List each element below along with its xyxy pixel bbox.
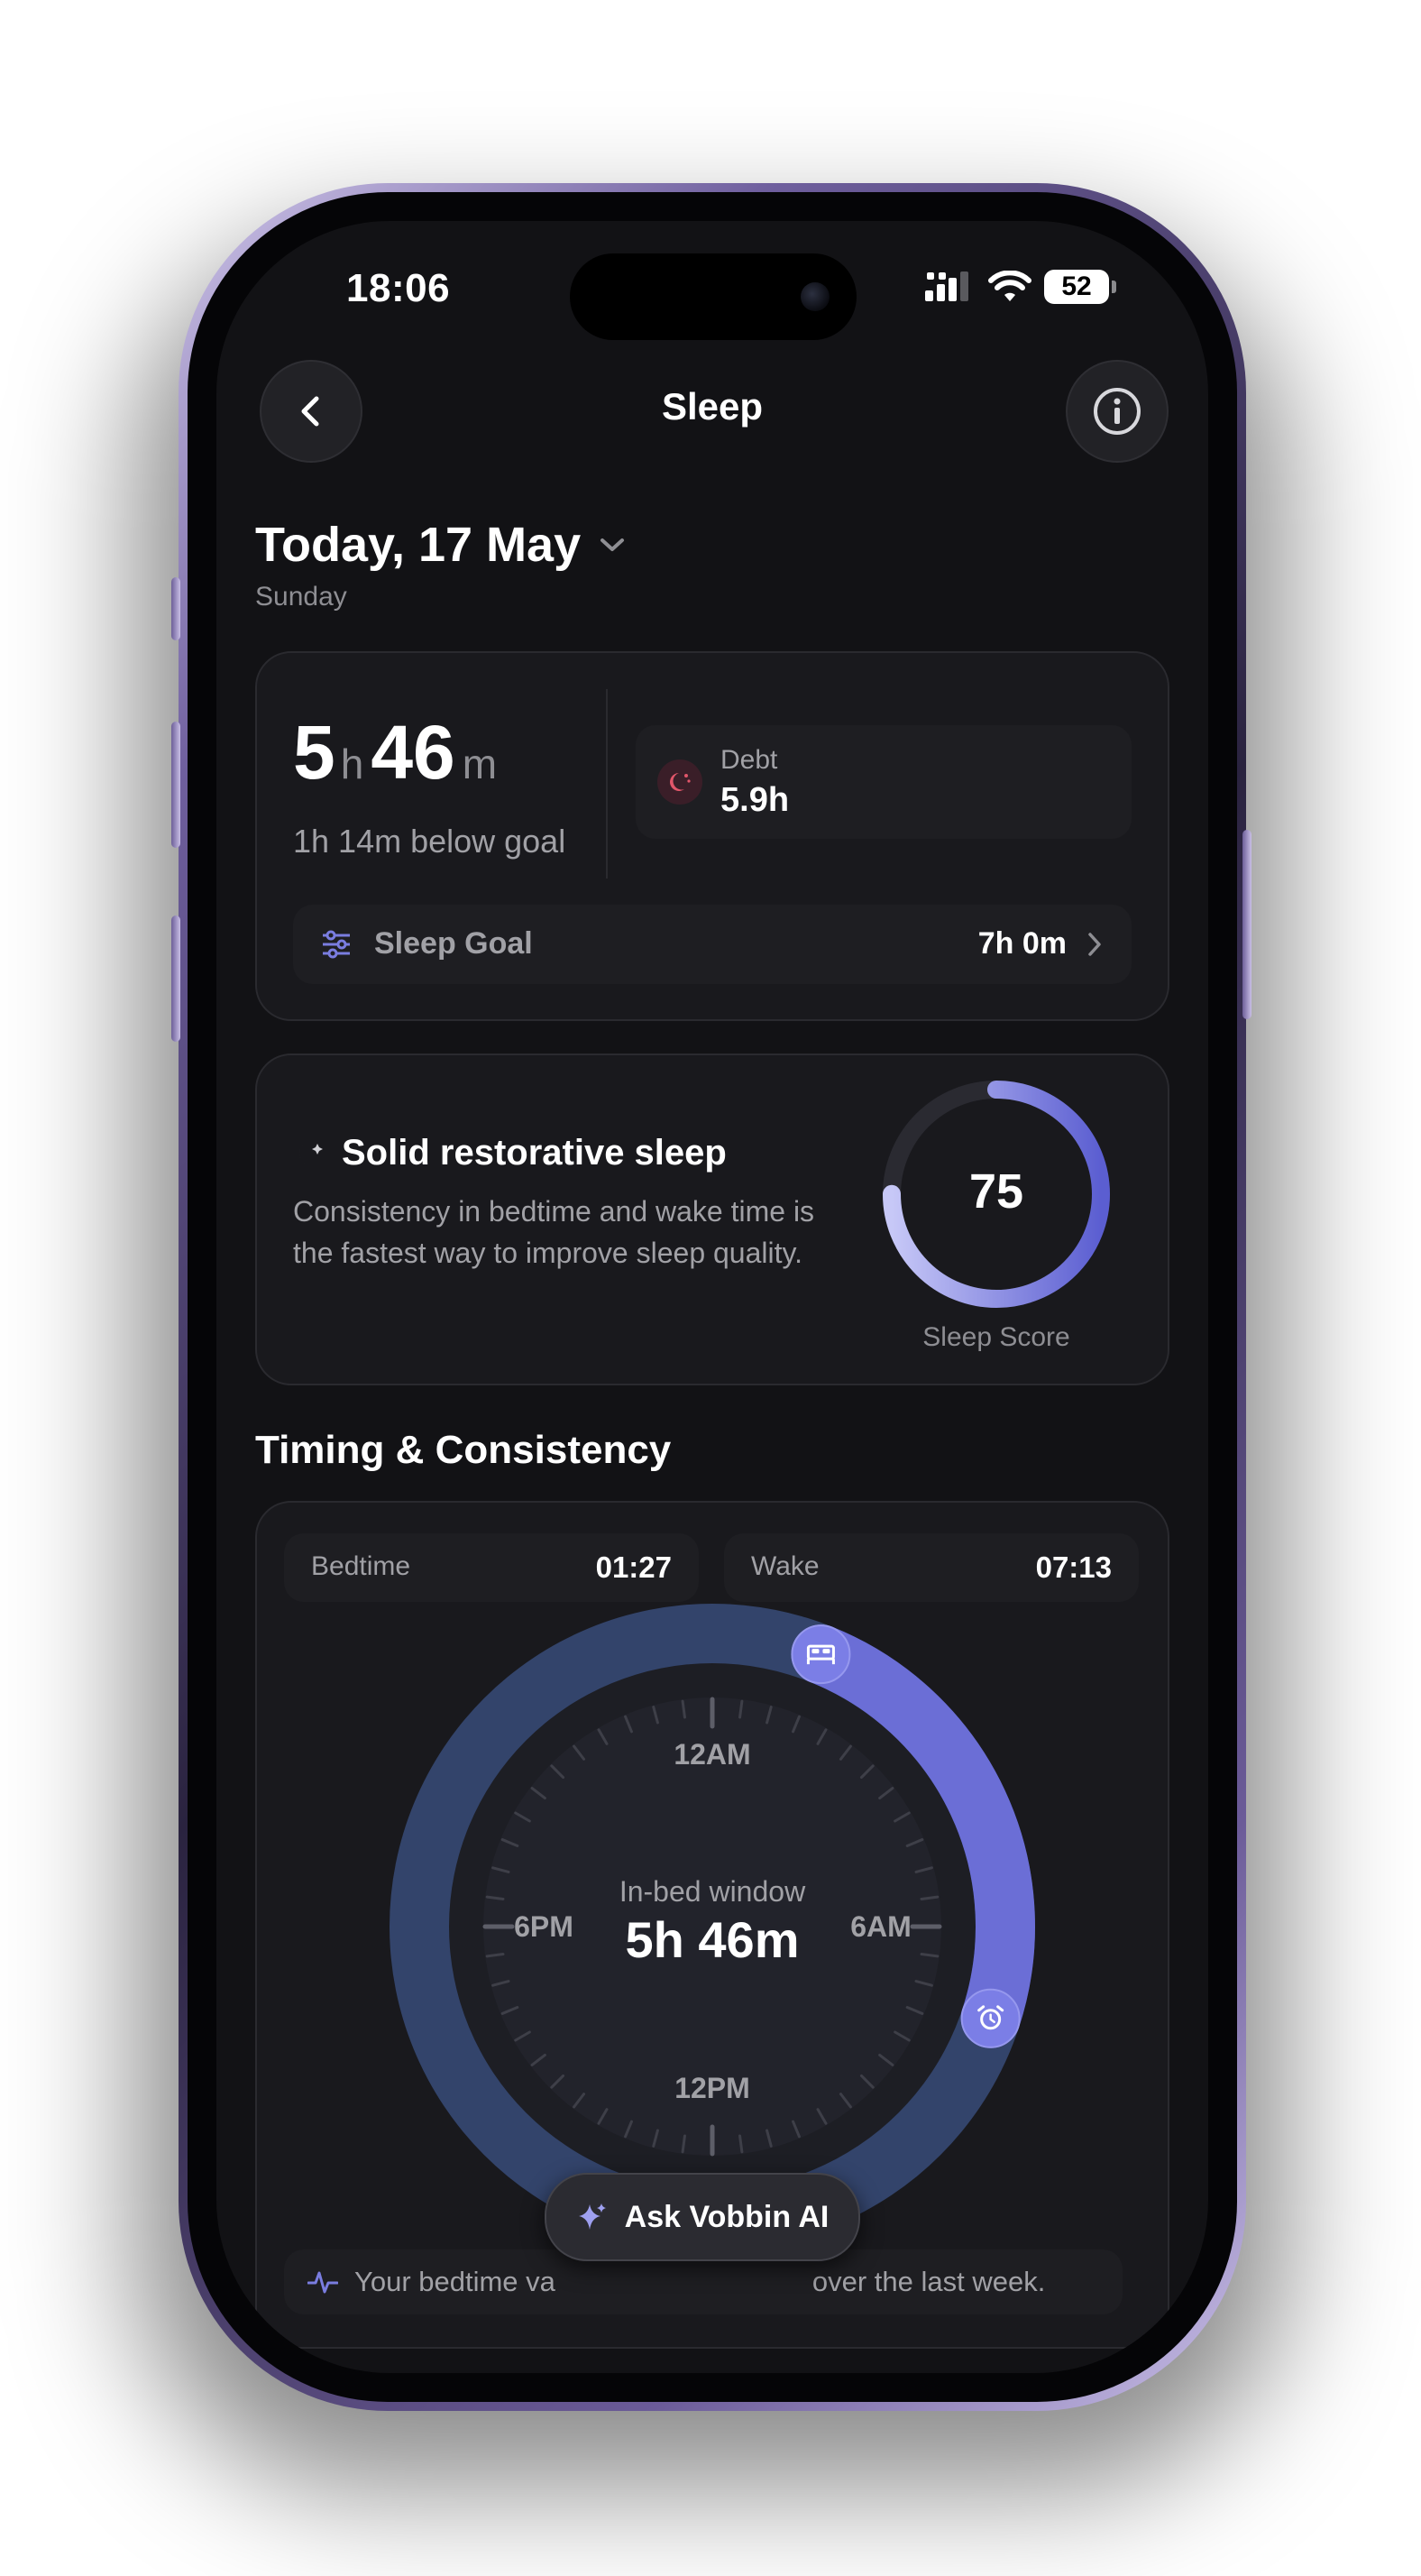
wake-label: Wake (751, 1551, 820, 1581)
page-title: Sleep (661, 385, 764, 428)
ask-ai-label: Ask Vobbin AI (624, 2199, 830, 2234)
score-label: Sleep Score (922, 1322, 1070, 1352)
status-time: 18:06 (346, 266, 451, 310)
duration-hours-unit: h (340, 741, 364, 787)
duration-minutes-unit: m (462, 741, 498, 787)
section-title: Timing & Consistency (255, 1428, 672, 1472)
bedtime-pill: Bedtime 01:27 (284, 1533, 699, 1602)
debt-pill: Debt 5.9h (636, 725, 1132, 839)
debt-value: 5.9h (720, 781, 790, 819)
wifi-icon (988, 271, 1031, 301)
date-title: Today, 17 May (255, 518, 582, 572)
below-goal-text: 1h 14m below goal (293, 823, 566, 860)
info-icon (1094, 388, 1141, 435)
dynamic-island (570, 253, 857, 340)
score-description: Consistency in bedtime and wake time is … (293, 1195, 815, 1269)
card-divider (606, 689, 608, 879)
moon-debt-icon (657, 759, 702, 805)
insight-text-end: over the last week. (811, 2266, 1046, 2297)
score-value: 75 (968, 1164, 1024, 1219)
sleep-goal-label: Sleep Goal (374, 926, 533, 961)
app-screen: 18:06 52 Sleep Today, 17 May Sunday 5 h … (216, 221, 1208, 2373)
insight-text: Your bedtime va over the last week. (354, 2266, 1112, 2298)
duration-minutes: 46 (371, 710, 455, 795)
dial-label-right: 6AM (850, 1910, 912, 1943)
ask-ai-button[interactable]: Ask Vobbin AI (545, 2173, 860, 2261)
volume-down-button (171, 915, 180, 1042)
score-title: Solid restorative sleep (342, 1133, 727, 1173)
duration-hours: 5 (293, 710, 335, 795)
info-button[interactable] (1066, 360, 1169, 463)
date-weekday: Sunday (255, 582, 347, 612)
sparkle-icon (578, 2203, 606, 2230)
action-button (171, 577, 180, 640)
wake-value: 07:13 (1035, 1550, 1112, 1584)
sliders-icon (323, 930, 350, 959)
insight-text-start: Your bedtime va (354, 2266, 555, 2297)
chevron-right-icon (1088, 933, 1101, 956)
camera-icon (801, 282, 830, 311)
bed-icon[interactable] (791, 1624, 851, 1685)
bedtime-value: 01:27 (595, 1550, 672, 1584)
sleep-duration: 5 h 46 m (293, 709, 497, 796)
status-icons: 52 (925, 270, 1116, 304)
battery-icon: 52 (1044, 270, 1116, 304)
signal-icon (925, 271, 968, 301)
dial-label-left: 6PM (514, 1910, 573, 1943)
date-selector[interactable]: Today, 17 May (255, 517, 626, 573)
power-button (1242, 830, 1251, 1019)
volume-up-button (171, 722, 180, 848)
dial-label-bottom: 12PM (674, 2072, 750, 2104)
sleep-goal-value: 7h 0m (977, 926, 1067, 961)
sleep-clock-dial: 12AM 6AM 12PM 6PM In-bed window 5h 46m (390, 1604, 1035, 2249)
wake-pill: Wake 07:13 (724, 1533, 1139, 1602)
sleep-goal-row[interactable]: Sleep Goal 7h 0m (293, 905, 1132, 984)
pulse-icon (307, 2271, 338, 2294)
alarm-icon[interactable] (960, 1988, 1021, 2048)
moon-icon (299, 1143, 323, 1165)
bedtime-label: Bedtime (311, 1551, 411, 1581)
chevron-down-icon (600, 538, 625, 551)
dial-label-top: 12AM (674, 1738, 750, 1771)
sleep-summary-card: 5 h 46 m 1h 14m below goal Debt 5.9h Sle… (255, 651, 1169, 1021)
sleep-score-card: Solid restorative sleep Consistency in b… (255, 1053, 1169, 1385)
window-label: In-bed window (619, 1875, 806, 1908)
window-value: 5h 46m (626, 1911, 800, 1968)
debt-label: Debt (720, 745, 778, 775)
